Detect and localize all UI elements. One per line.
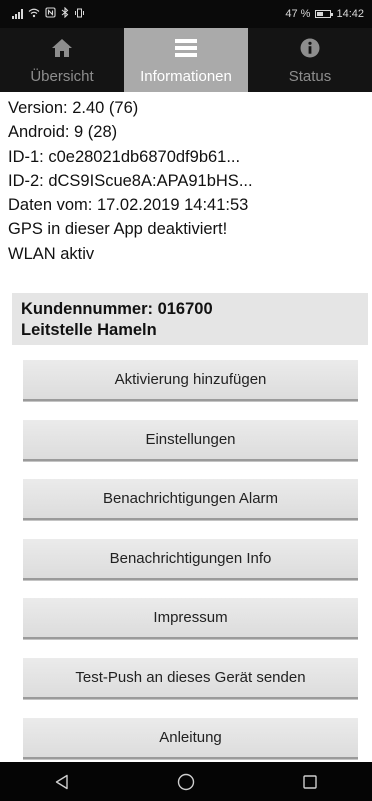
battery-icon [315,10,334,18]
settings-button[interactable]: Einstellungen [23,420,358,461]
imprint-button[interactable]: Impressum [23,598,358,639]
gps-text: GPS in dieser App deaktiviert! [8,220,228,239]
vibrate-icon [74,8,85,21]
battery-percent: 47 % [285,8,311,20]
info-notifications-button[interactable]: Benachrichtigungen Info [23,539,358,580]
back-icon[interactable] [32,762,92,801]
menu-icon [175,36,197,60]
date-text: Daten vom: 17.02.2019 14:41:53 [8,196,249,215]
customer-box: Kundennummer: 016700 Leitstelle Hameln [12,293,368,345]
wifi-icon [28,8,40,21]
android-text: Android: 9 (28) [8,123,118,142]
navigation-bar [0,762,372,801]
home-circle-icon[interactable] [156,762,216,801]
info-icon [300,36,320,60]
status-icons-left [12,6,85,21]
customer-name: Leitstelle Hameln [21,321,157,339]
info-list: Version: 2.40 (76) Android: 9 (28) ID-1:… [8,96,372,266]
home-icon [51,36,73,60]
signal-icon [12,9,23,19]
test-push-button[interactable]: Test-Push an dieses Gerät senden [23,658,358,699]
tab-label: Informationen [140,68,232,85]
customer-number: Kundennummer: 016700 [21,300,213,318]
status-bar: 47 % 14:42 [0,0,372,28]
tab-bar: Übersicht Informationen Status [0,28,372,92]
nfc-icon [45,7,56,21]
wlan-text: WLAN aktiv [8,244,95,263]
id1-text: ID-1: c0e28021db6870df9b61... [8,147,241,166]
clock: 14:42 [336,8,364,20]
manual-button[interactable]: Anleitung [23,718,358,759]
tab-informationen[interactable]: Informationen [124,28,248,92]
recents-icon[interactable] [280,762,340,801]
status-icons-right: 47 % 14:42 [285,8,364,20]
tab-uebersicht[interactable]: Übersicht [0,28,124,92]
version-text: Version: 2.40 (76) [8,99,139,117]
add-activation-button[interactable]: Aktivierung hinzufügen [23,360,358,401]
id2-text: ID-2: dCS9IScue8A:APA91bHS... [8,171,253,190]
tab-label: Übersicht [30,68,94,85]
alarm-notifications-button[interactable]: Benachrichtigungen Alarm [23,479,358,520]
tab-status[interactable]: Status [248,28,372,92]
bluetooth-icon [61,6,69,21]
tab-label: Status [288,68,332,85]
